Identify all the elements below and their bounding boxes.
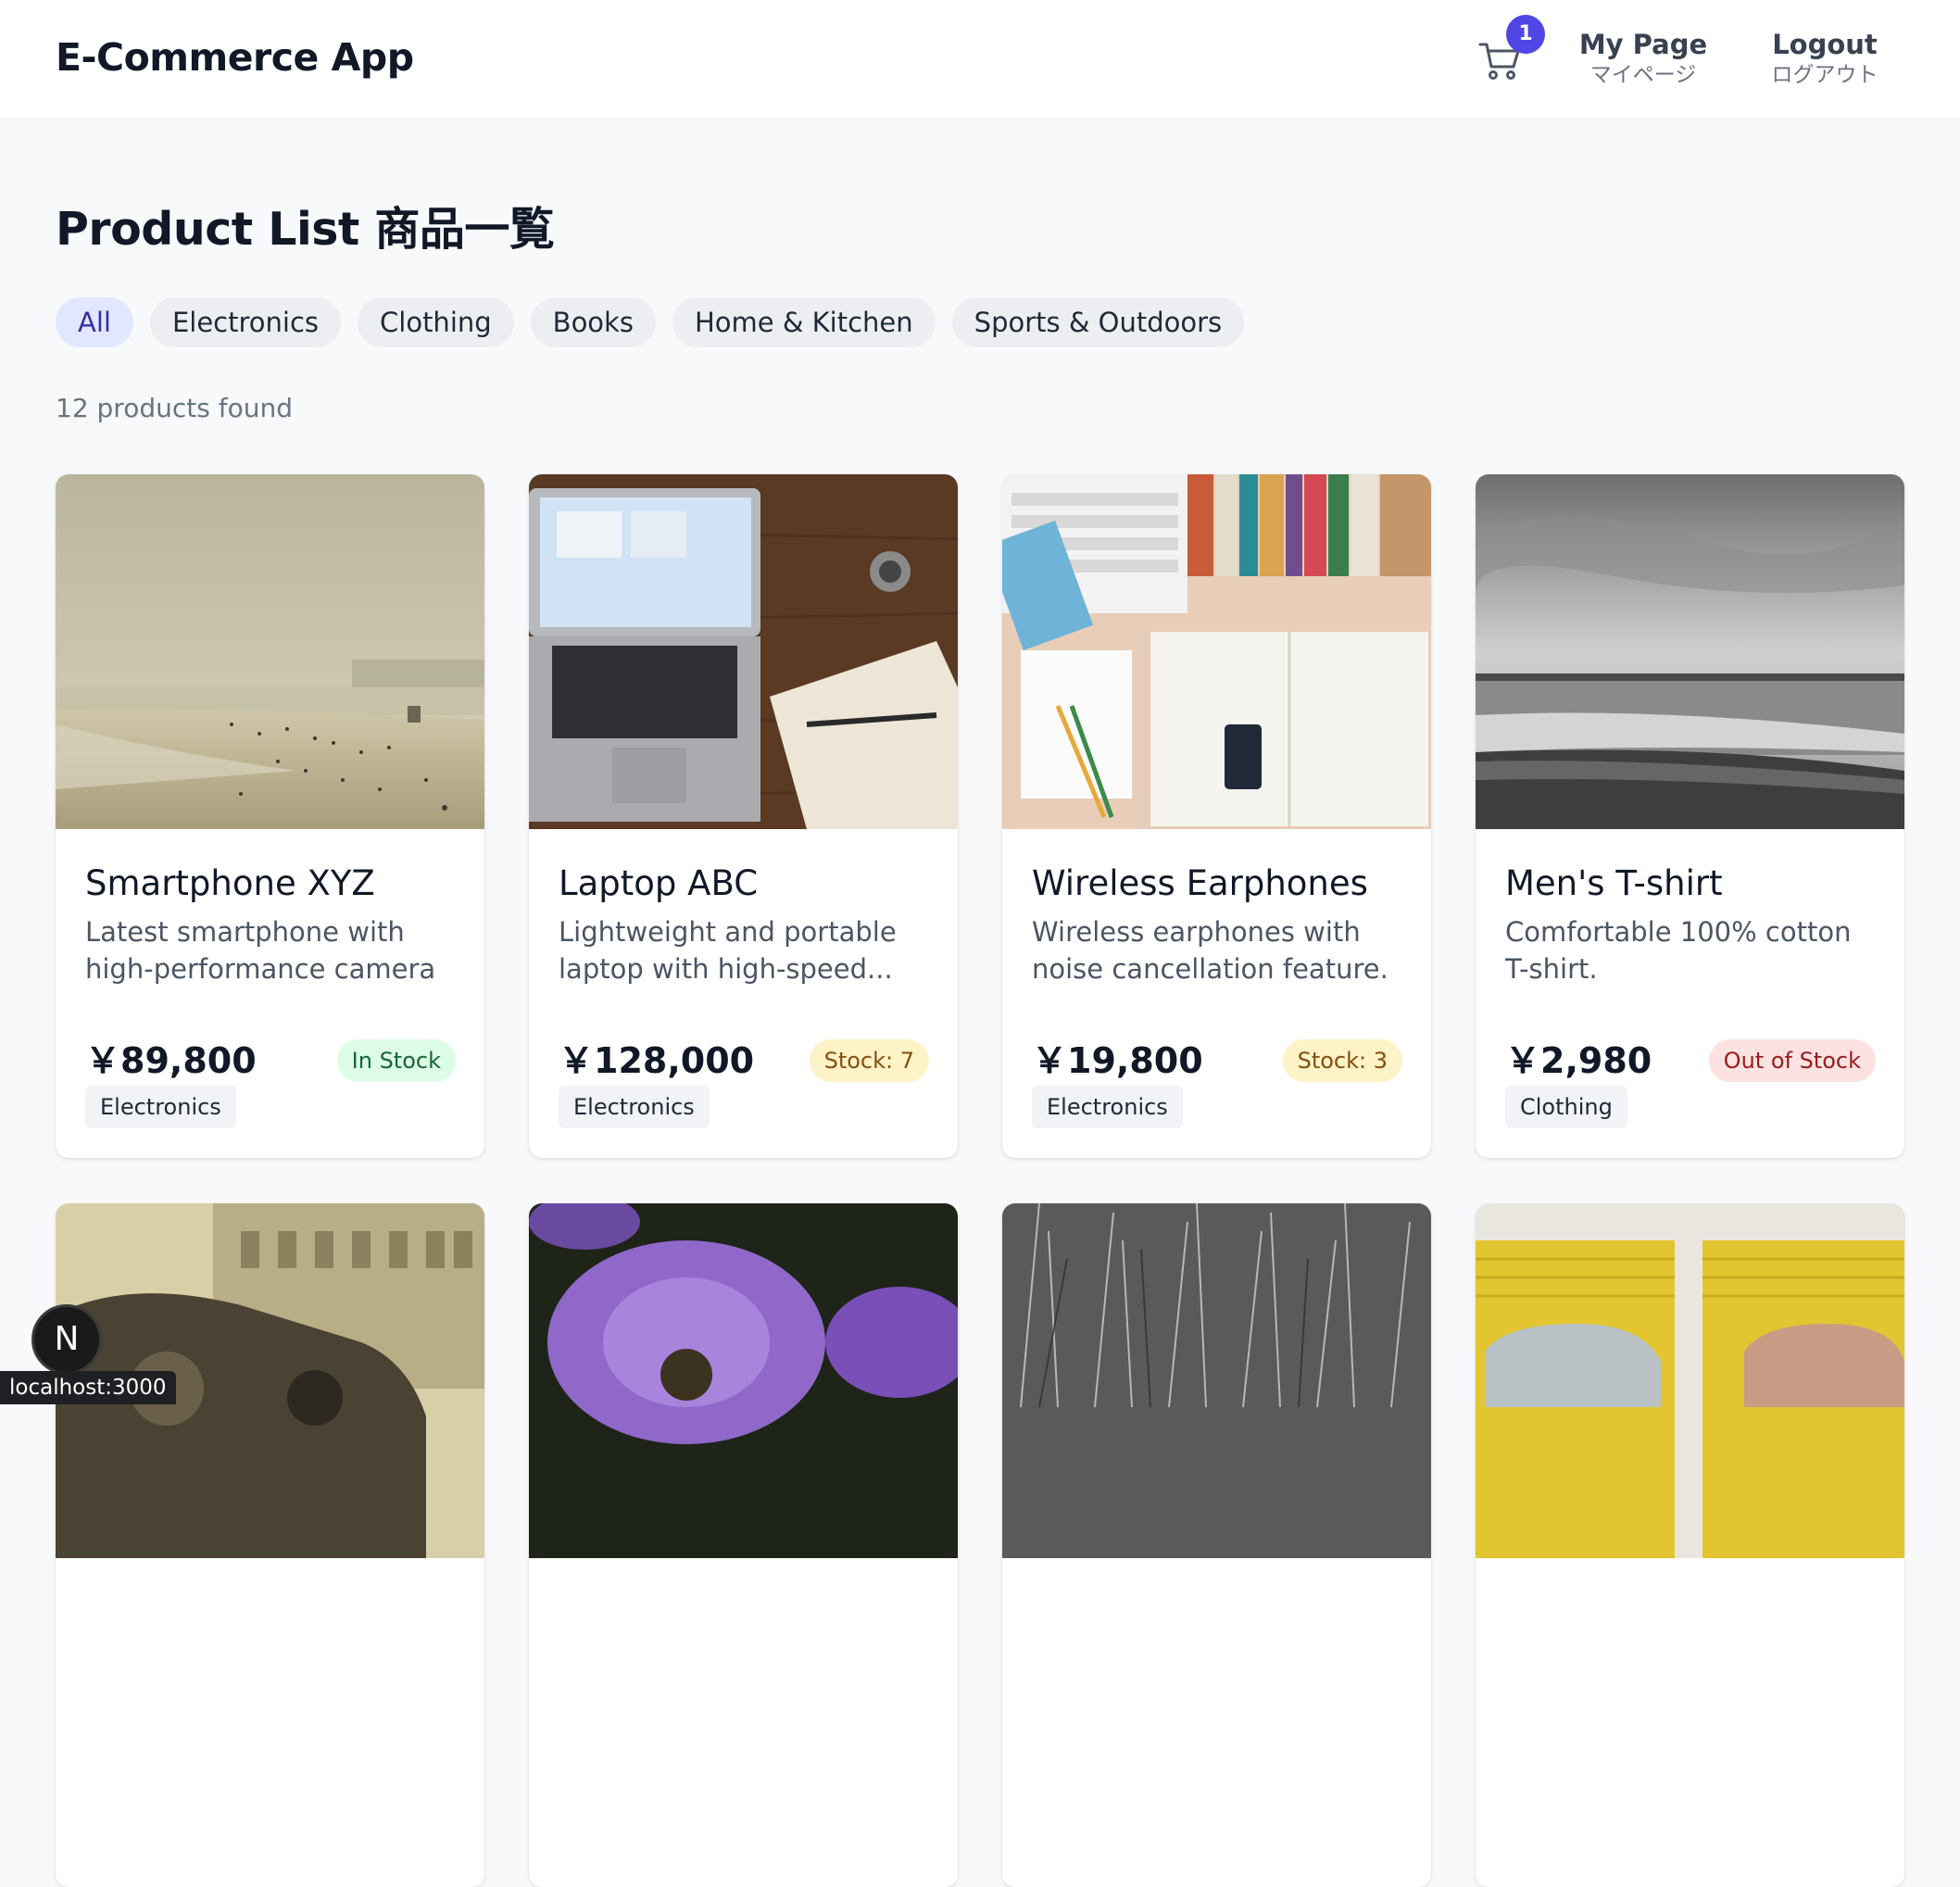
filter-chip-all[interactable]: All [56, 297, 133, 347]
category-filter-bar: All Electronics Clothing Books Home & Ki… [56, 297, 1245, 347]
filter-chip-clothing[interactable]: Clothing [358, 297, 514, 347]
product-image-beach [56, 474, 484, 829]
product-price: ￥19,800 [1032, 1040, 1203, 1081]
filter-chip-electronics[interactable]: Electronics [149, 297, 342, 347]
product-image-bw-seascape [1476, 474, 1904, 829]
top-navigation-bar: E-Commerce App 1 My Page マイページ Logout ログ… [0, 0, 1960, 119]
logout-label: Logout [1772, 29, 1878, 60]
product-price: ￥128,000 [559, 1040, 755, 1081]
product-card[interactable]: Wireless Earphones Wireless earphones wi… [1002, 474, 1431, 1158]
product-image-purple-flower [529, 1203, 958, 1558]
product-image-bw-grass [1002, 1203, 1431, 1558]
stock-badge: Stock: 3 [1282, 1039, 1402, 1082]
logout-label-ja: ログアウト [1771, 63, 1878, 87]
stock-badge: In Stock [336, 1039, 456, 1082]
category-tag: Electronics [85, 1086, 236, 1128]
product-card[interactable] [1476, 1203, 1904, 1887]
product-card[interactable] [529, 1203, 958, 1887]
stock-badge: Stock: 7 [809, 1039, 929, 1082]
product-name: Smartphone XYZ [85, 863, 375, 903]
product-name: Wireless Earphones [1032, 863, 1368, 903]
product-price: ￥2,980 [1505, 1040, 1652, 1081]
product-image-cars-yellow-doors [1476, 1203, 1904, 1558]
product-count: 12 products found [56, 393, 293, 423]
product-name: Laptop ABC [559, 863, 759, 903]
category-tag: Electronics [559, 1086, 710, 1128]
product-description: Wireless earphones with noise cancellati… [1032, 916, 1388, 985]
product-card[interactable]: Men's T-shirt Comfortable 100% cotton T-… [1476, 474, 1904, 1158]
app-brand[interactable]: E-Commerce App [56, 35, 414, 80]
product-card[interactable] [1002, 1203, 1431, 1887]
product-name: Men's T-shirt [1505, 863, 1723, 903]
product-card[interactable] [56, 1203, 484, 1887]
filter-chip-home-kitchen[interactable]: Home & Kitchen [672, 297, 936, 347]
filter-chip-sports-outdoors[interactable]: Sports & Outdoors [951, 297, 1245, 347]
product-price: ￥89,800 [85, 1040, 257, 1081]
product-image-laptop-desk [529, 474, 958, 829]
my-page-label: My Page [1578, 29, 1708, 60]
stock-badge: Out of Stock [1708, 1039, 1876, 1082]
product-description: Comfortable 100% cotton T-shirt. [1505, 916, 1852, 985]
product-description: Latest smartphone with high-performance … [85, 916, 436, 985]
browser-status-url: localhost:3000 [0, 1371, 176, 1404]
my-page-link[interactable]: My Page マイページ [1575, 28, 1712, 89]
product-description: Lightweight and portable laptop with hig… [559, 916, 897, 985]
nextjs-dev-indicator[interactable]: N [31, 1304, 102, 1375]
page-title: Product List 商品一覧 [56, 203, 555, 256]
category-tag: Electronics [1032, 1086, 1183, 1128]
logout-link[interactable]: Logout ログアウト [1756, 28, 1893, 89]
category-tag: Clothing [1505, 1086, 1627, 1128]
cart-button[interactable]: 1 [1473, 15, 1545, 89]
product-card[interactable]: Smartphone XYZ Latest smartphone with hi… [56, 474, 484, 1158]
filter-chip-books[interactable]: Books [530, 297, 656, 347]
product-image-books-desk [1002, 474, 1431, 829]
product-card[interactable]: Laptop ABC Lightweight and portable lapt… [529, 474, 958, 1158]
cart-count-badge: 1 [1506, 15, 1545, 54]
my-page-label-ja: マイページ [1589, 63, 1697, 87]
